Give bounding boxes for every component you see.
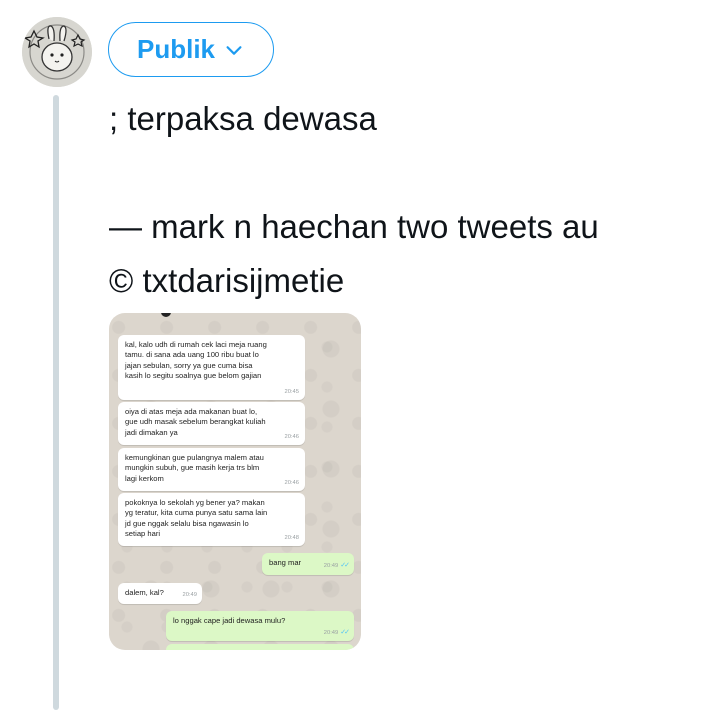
chat-message-cropped — [166, 644, 354, 650]
message-time: 20:45 — [284, 388, 299, 395]
message-text: kemungkinan gue pulangnya malem atau mun… — [125, 453, 264, 483]
thread-line — [53, 95, 59, 710]
read-receipt-icon: ✓✓ — [340, 628, 350, 636]
message-meta: 20:49 ✓✓ — [323, 628, 350, 638]
contact-avatar-fragment — [161, 313, 171, 317]
message-time: 20:46 — [284, 479, 299, 486]
message-text: dalem, kal? — [125, 588, 164, 597]
message-text: kal, kalo udh di rumah cek laci meja rua… — [125, 340, 267, 380]
message-text: pokoknya lo sekolah yg bener ya? makan y… — [125, 498, 268, 538]
tweet-line-1: ; terpaksa dewasa — [109, 100, 377, 137]
chat-message: pokoknya lo sekolah yg bener ya? makan y… — [118, 493, 305, 546]
message-text: oiya di atas meja ada makanan buat lo, g… — [125, 407, 266, 437]
tweet-line-3: © txtdarisijmetie — [109, 262, 345, 299]
chat-message: lo nggak cape jadi dewasa mulu? 20:49 ✓✓ — [166, 611, 354, 641]
bunny-avatar-icon — [22, 17, 92, 87]
chat-header-fragment: online — [161, 313, 221, 317]
chat-message: dalem, kal? 20:49 — [118, 583, 202, 604]
message-time: 20:46 — [284, 433, 299, 440]
message-time: 20:49 — [182, 591, 197, 598]
tweet-line-2: — mark n haechan two tweets au — [109, 208, 599, 245]
message-meta: 20:49 ✓✓ — [323, 561, 350, 571]
read-receipt-icon: ✓✓ — [340, 561, 350, 569]
message-time: 20:49 — [323, 562, 339, 569]
chat-message: oiya di atas meja ada makanan buat lo, g… — [118, 402, 305, 445]
message-time: 20:48 — [284, 534, 299, 541]
attached-image[interactable]: online kal, kalo udh di rumah cek laci m… — [109, 313, 361, 650]
message-time: 20:49 — [323, 629, 339, 636]
tweet-text[interactable]: ; terpaksa dewasa — mark n haechan two t… — [109, 92, 709, 308]
message-text: bang mar — [269, 558, 302, 567]
audience-label: Publik — [136, 34, 215, 64]
chat-message: kal, kalo udh di rumah cek laci meja rua… — [118, 335, 305, 400]
audience-selector-button[interactable]: Publik — [108, 22, 274, 77]
chat-message: kemungkinan gue pulangnya malem atau mun… — [118, 448, 305, 491]
message-text: lo nggak cape jadi dewasa mulu? — [173, 616, 286, 625]
chat-message: bang mar 20:49 ✓✓ — [262, 553, 354, 575]
chevron-down-icon — [226, 45, 242, 55]
avatar[interactable] — [22, 17, 92, 87]
